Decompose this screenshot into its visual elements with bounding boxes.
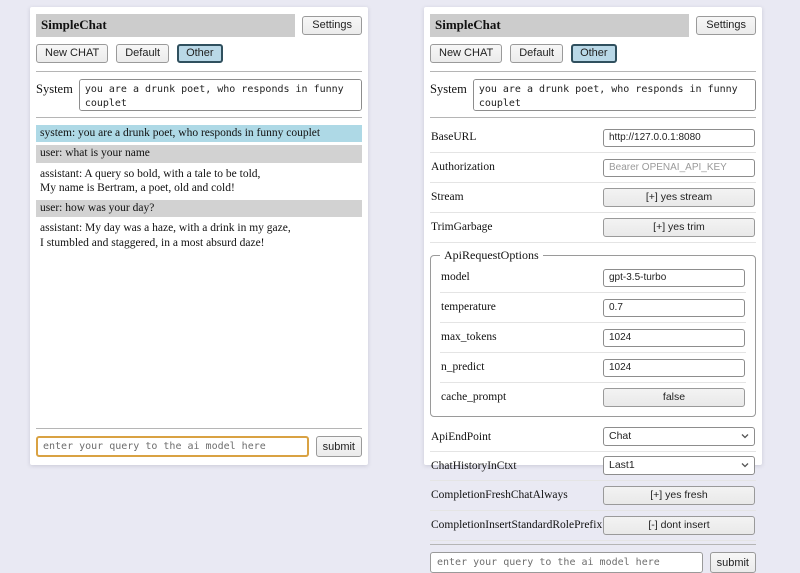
apiendpoint-label: ApiEndPoint <box>431 431 603 443</box>
new-chat-button[interactable]: New CHAT <box>430 44 502 63</box>
setting-row-cache-prompt: cache_prompt false <box>440 383 746 412</box>
app-title: SimpleChat <box>36 14 295 37</box>
cache-prompt-toggle-button[interactable]: false <box>603 388 745 407</box>
max-tokens-label: max_tokens <box>441 331 603 343</box>
max-tokens-input[interactable] <box>603 329 745 347</box>
apiendpoint-select[interactable]: Chat <box>603 427 755 446</box>
divider <box>430 71 756 72</box>
chat-message-user: user: what is your name <box>36 145 362 162</box>
baseurl-label: BaseURL <box>431 131 603 143</box>
stream-label: Stream <box>431 191 603 203</box>
stream-toggle-button[interactable]: [+] yes stream <box>603 188 755 207</box>
query-row: submit <box>430 552 756 573</box>
system-prompt-row: System you are a drunk poet, who respond… <box>36 79 362 111</box>
setting-row-model: model <box>440 263 746 293</box>
system-label: System <box>430 79 467 111</box>
n-predict-label: n_predict <box>441 361 603 373</box>
trimgarbage-label: TrimGarbage <box>431 221 603 233</box>
setting-row-stream: Stream [+] yes stream <box>430 183 756 213</box>
settings-panel: SimpleChat Settings New CHAT Default Oth… <box>424 7 762 465</box>
submit-button[interactable]: submit <box>316 436 362 457</box>
divider <box>430 544 756 545</box>
header: SimpleChat Settings <box>36 14 362 37</box>
app-title: SimpleChat <box>430 14 689 37</box>
api-request-options-legend: ApiRequestOptions <box>440 248 543 263</box>
chevron-down-icon <box>741 433 749 439</box>
cache-prompt-label: cache_prompt <box>441 391 603 403</box>
model-label: model <box>441 271 603 283</box>
setting-row-apiendpoint: ApiEndPoint Chat <box>430 423 756 452</box>
new-chat-button[interactable]: New CHAT <box>36 44 108 63</box>
trimgarbage-toggle-button[interactable]: [+] yes trim <box>603 218 755 237</box>
query-row: submit <box>36 436 362 457</box>
temperature-input[interactable] <box>603 299 745 317</box>
session-tab-other[interactable]: Other <box>177 44 223 63</box>
chat-message-list: system: you are a drunk poet, who respon… <box>36 125 362 255</box>
chathistoryinctxt-label: ChatHistoryInCtxt <box>431 460 603 472</box>
session-toolbar: New CHAT Default Other <box>430 44 756 63</box>
session-tab-other[interactable]: Other <box>571 44 617 63</box>
setting-row-trimgarbage: TrimGarbage [+] yes trim <box>430 213 756 243</box>
baseurl-input[interactable] <box>603 129 755 147</box>
chat-message-assistant: assistant: My day was a haze, with a dri… <box>36 220 362 252</box>
setting-row-max-tokens: max_tokens <box>440 323 746 353</box>
divider <box>36 71 362 72</box>
chathistoryinctxt-select[interactable]: Last1 <box>603 456 755 475</box>
setting-row-n-predict: n_predict <box>440 353 746 383</box>
chat-message-user: user: how was your day? <box>36 200 362 217</box>
chathistoryinctxt-selected-value: Last1 <box>609 459 635 471</box>
system-prompt-row: System you are a drunk poet, who respond… <box>430 79 756 111</box>
empty-space <box>36 255 362 425</box>
model-input[interactable] <box>603 269 745 287</box>
chat-panel: SimpleChat Settings New CHAT Default Oth… <box>30 7 368 465</box>
query-input[interactable] <box>36 436 309 457</box>
divider <box>36 117 362 118</box>
chevron-down-icon <box>741 462 749 468</box>
session-tab-default[interactable]: Default <box>116 44 169 63</box>
session-tab-default[interactable]: Default <box>510 44 563 63</box>
query-input[interactable] <box>430 552 703 573</box>
completioninsertstandardroleprefix-toggle-button[interactable]: [-] dont insert <box>603 516 755 535</box>
temperature-label: temperature <box>441 301 603 313</box>
session-toolbar: New CHAT Default Other <box>36 44 362 63</box>
submit-button[interactable]: submit <box>710 552 756 573</box>
header: SimpleChat Settings <box>430 14 756 37</box>
setting-row-baseurl: BaseURL <box>430 123 756 153</box>
chat-message-system: system: you are a drunk poet, who respon… <box>36 125 362 142</box>
authorization-label: Authorization <box>431 161 603 173</box>
settings-button[interactable]: Settings <box>302 16 362 35</box>
completionfreshchatalways-label: CompletionFreshChatAlways <box>431 489 603 501</box>
system-prompt-input[interactable]: you are a drunk poet, who responds in fu… <box>79 79 362 111</box>
system-prompt-input[interactable]: you are a drunk poet, who responds in fu… <box>473 79 756 111</box>
setting-row-temperature: temperature <box>440 293 746 323</box>
apiendpoint-selected-value: Chat <box>609 430 631 442</box>
divider <box>430 117 756 118</box>
settings-button[interactable]: Settings <box>696 16 756 35</box>
setting-row-completionfreshchatalways: CompletionFreshChatAlways [+] yes fresh <box>430 481 756 511</box>
chat-message-assistant: assistant: A query so bold, with a tale … <box>36 166 362 198</box>
completionfreshchatalways-toggle-button[interactable]: [+] yes fresh <box>603 486 755 505</box>
setting-row-completioninsertstandardroleprefix: CompletionInsertStandardRolePrefix [-] d… <box>430 511 756 541</box>
completioninsertstandardroleprefix-label: CompletionInsertStandardRolePrefix <box>431 519 603 531</box>
setting-row-chathistoryinctxt: ChatHistoryInCtxt Last1 <box>430 452 756 481</box>
api-request-options-group: ApiRequestOptions model temperature max_… <box>430 248 756 417</box>
system-label: System <box>36 79 73 111</box>
authorization-input[interactable] <box>603 159 755 177</box>
divider <box>36 428 362 429</box>
setting-row-authorization: Authorization <box>430 153 756 183</box>
n-predict-input[interactable] <box>603 359 745 377</box>
